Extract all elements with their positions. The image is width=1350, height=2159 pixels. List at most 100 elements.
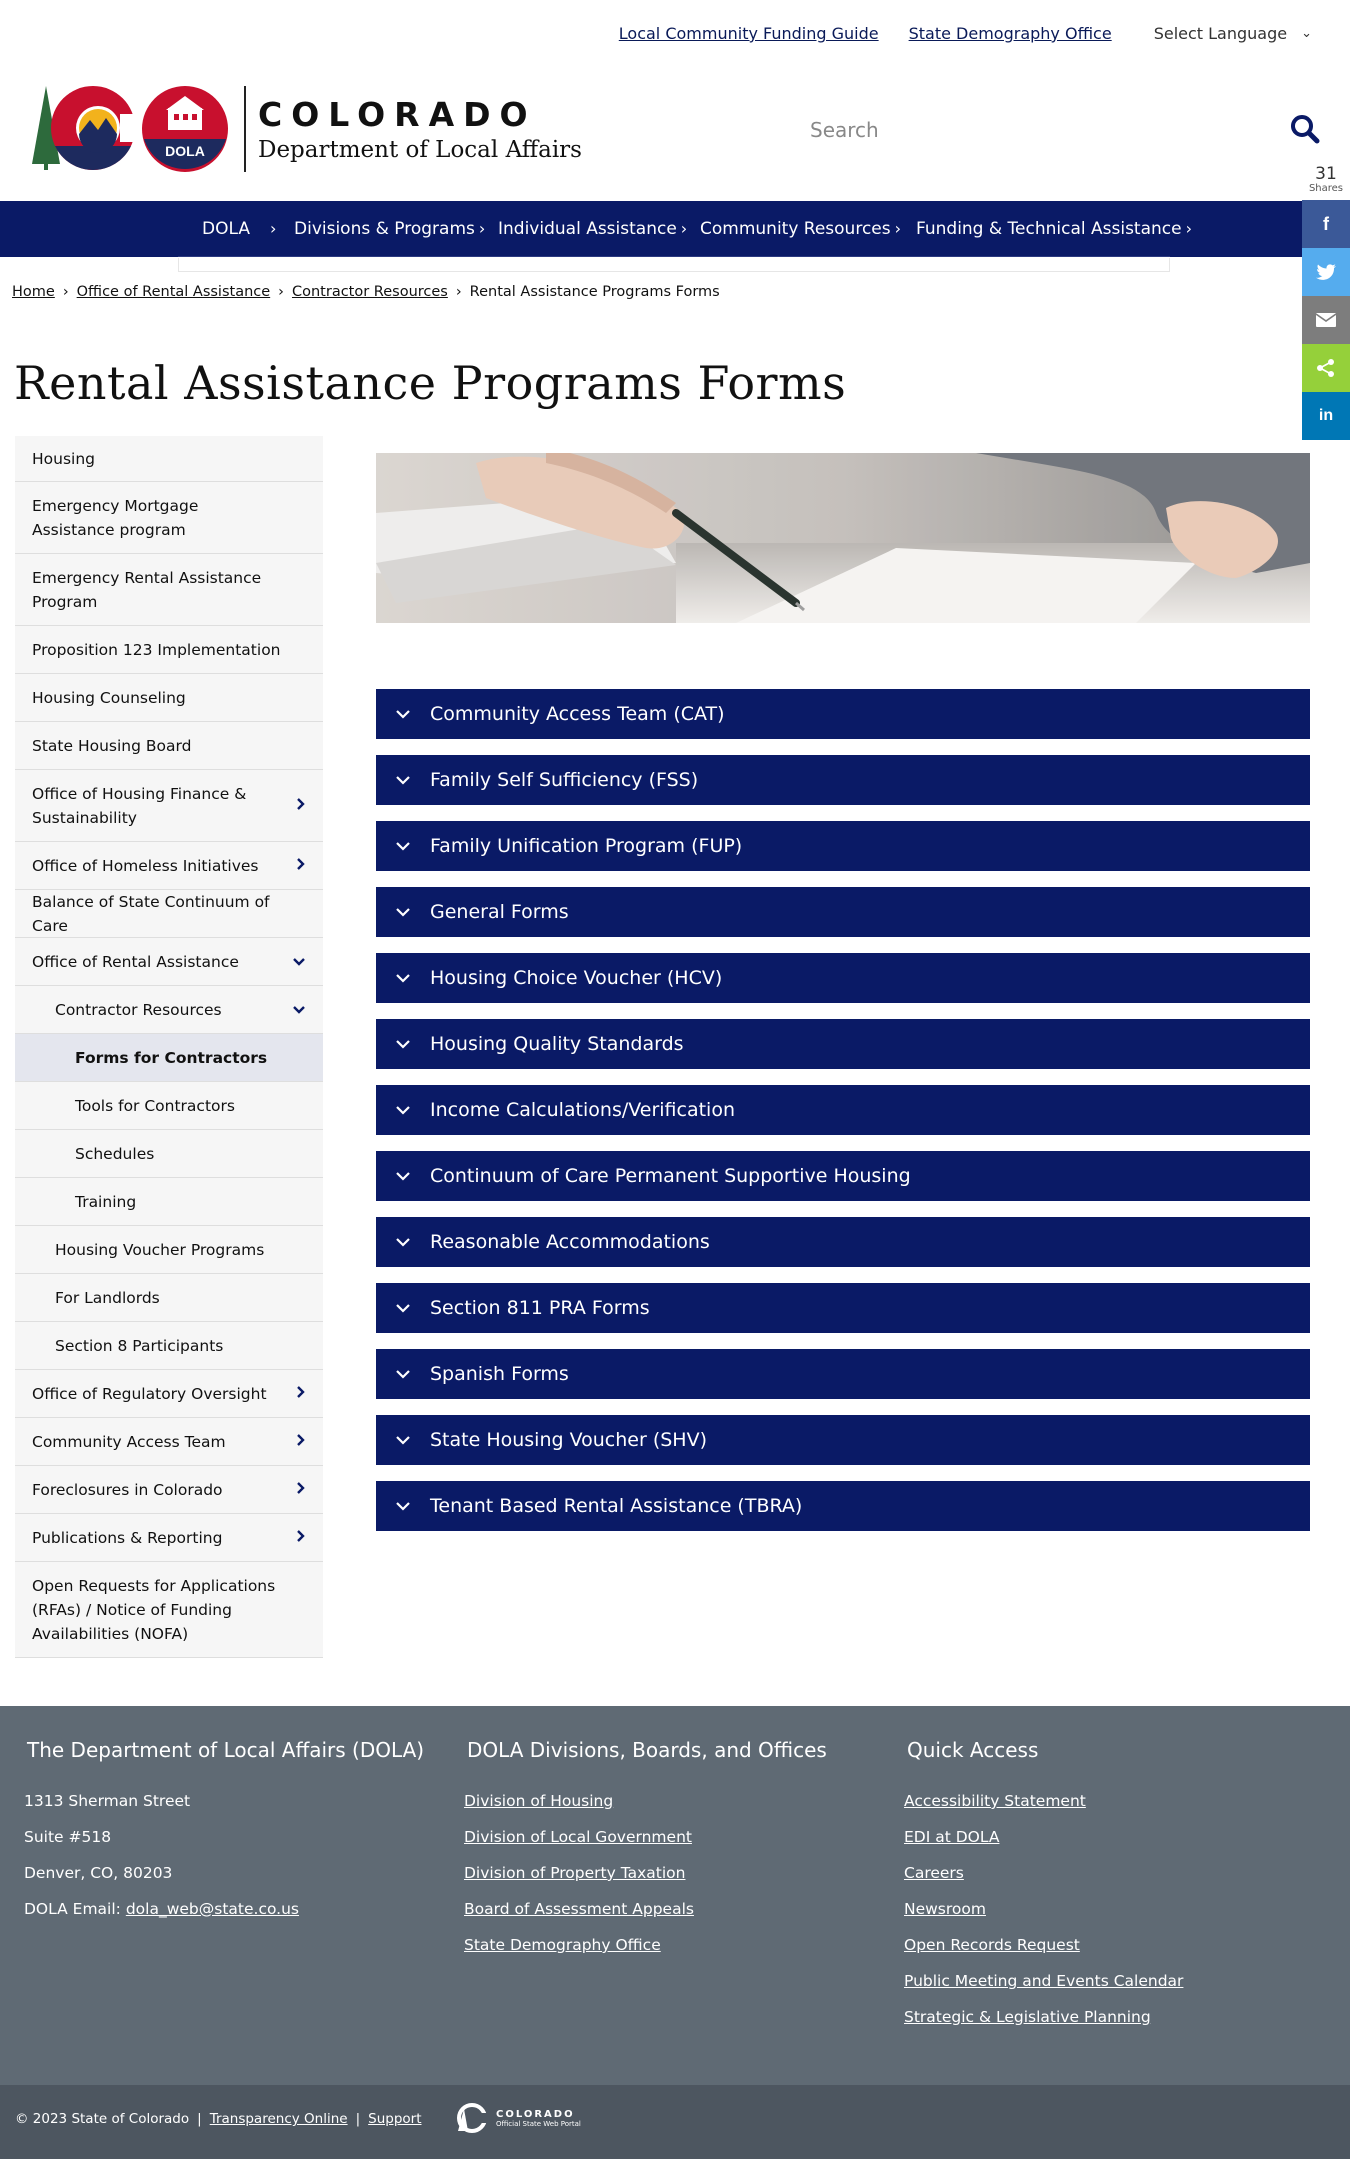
accordion-item-state-housing-voucher-shv[interactable]: State Housing Voucher (SHV) bbox=[376, 1415, 1310, 1465]
sidebar-item-publications-reporting[interactable]: Publications & Reporting bbox=[15, 1514, 323, 1562]
accordion-item-housing-quality-standards[interactable]: Housing Quality Standards bbox=[376, 1019, 1310, 1069]
accordion-item-label: General Forms bbox=[430, 901, 569, 923]
sidebar-item-office-of-housing-finance-sustainability[interactable]: Office of Housing Finance & Sustainabili… bbox=[15, 770, 323, 842]
sidebar-item-emergency-rental-assistance-program[interactable]: Emergency Rental Assistance Program bbox=[15, 554, 323, 626]
sidebar-item-housing-voucher-programs[interactable]: Housing Voucher Programs bbox=[15, 1226, 323, 1274]
footer-link-accessibility-statement[interactable]: Accessibility Statement bbox=[904, 1792, 1086, 1810]
breadcrumb-separator: › bbox=[455, 284, 462, 300]
footer-email-label: DOLA Email: bbox=[24, 1900, 121, 1918]
footer-link-division-of-property-taxation[interactable]: Division of Property Taxation bbox=[464, 1864, 685, 1882]
breadcrumb-contractor-resources[interactable]: Contractor Resources bbox=[292, 284, 448, 300]
nav-dropdown-edge bbox=[178, 258, 1170, 272]
sidebar-item-housing[interactable]: Housing bbox=[15, 436, 323, 482]
transparency-online-link[interactable]: Transparency Online bbox=[210, 2111, 348, 2127]
state-demography-office-link[interactable]: State Demography Office bbox=[909, 24, 1112, 43]
sidebar-item-proposition-123-implementation[interactable]: Proposition 123 Implementation bbox=[15, 626, 323, 674]
accordion-item-continuum-of-care-permanent-supportive-housing[interactable]: Continuum of Care Permanent Supportive H… bbox=[376, 1151, 1310, 1201]
accordion-item-label: State Housing Voucher (SHV) bbox=[430, 1429, 707, 1451]
chevron-right-icon[interactable] bbox=[297, 1478, 305, 1502]
sidebar-item-section-8-participants[interactable]: Section 8 Participants bbox=[15, 1322, 323, 1370]
accordion-item-family-unification-program-fup[interactable]: Family Unification Program (FUP) bbox=[376, 821, 1310, 871]
linkedin-share-button[interactable]: in bbox=[1302, 392, 1350, 440]
footer-email-link[interactable]: dola_web@state.co.us bbox=[126, 1900, 299, 1918]
footer-list-item: Accessibility Statement bbox=[904, 1792, 1183, 1828]
accordion-item-section-811-pra-forms[interactable]: Section 811 PRA Forms bbox=[376, 1283, 1310, 1333]
chevron-right-icon[interactable] bbox=[297, 1526, 305, 1550]
sidebar-item-foreclosures-in-colorado[interactable]: Foreclosures in Colorado bbox=[15, 1466, 323, 1514]
sidebar-item-community-access-team[interactable]: Community Access Team bbox=[15, 1418, 323, 1466]
footer-list-item: State Demography Office bbox=[464, 1936, 827, 1972]
sidebar-item-emergency-mortgage-assistance-program[interactable]: Emergency Mortgage Assistance program bbox=[15, 482, 323, 554]
sidebar-item-label: Foreclosures in Colorado bbox=[32, 1480, 223, 1499]
search-icon[interactable] bbox=[1290, 114, 1320, 148]
nav-item-individual-assistance[interactable]: Individual Assistance › bbox=[498, 201, 687, 257]
svg-text:DOLA: DOLA bbox=[165, 143, 205, 159]
sidebar-item-office-of-homeless-initiatives[interactable]: Office of Homeless Initiatives bbox=[15, 842, 323, 890]
sidebar-item-tools-for-contractors[interactable]: Tools for Contractors bbox=[15, 1082, 323, 1130]
chevron-down-icon bbox=[392, 775, 414, 785]
chevron-down-icon bbox=[392, 1237, 414, 1247]
sidebar-item-state-housing-board[interactable]: State Housing Board bbox=[15, 722, 323, 770]
chevron-down-icon bbox=[392, 973, 414, 983]
footer-link-newsroom[interactable]: Newsroom bbox=[904, 1900, 986, 1918]
twitter-share-button[interactable] bbox=[1302, 248, 1350, 296]
nav-item-label: Divisions & Programs bbox=[294, 219, 475, 239]
accordion-item-reasonable-accommodations[interactable]: Reasonable Accommodations bbox=[376, 1217, 1310, 1267]
language-select-label: Select Language bbox=[1153, 24, 1288, 43]
sidebar-item-forms-for-contractors[interactable]: Forms for Contractors bbox=[15, 1034, 323, 1082]
accordion-item-spanish-forms[interactable]: Spanish Forms bbox=[376, 1349, 1310, 1399]
sidebar-item-label: For Landlords bbox=[55, 1288, 160, 1307]
sidebar-item-open-requests-for-applications-rfas-notice-of-funding-availabilities-nofa[interactable]: Open Requests for Applications (RFAs) / … bbox=[15, 1562, 323, 1658]
accordion-item-housing-choice-voucher-hcv[interactable]: Housing Choice Voucher (HCV) bbox=[376, 953, 1310, 1003]
chevron-right-icon[interactable] bbox=[297, 1430, 305, 1454]
nav-item-divisions-programs[interactable]: Divisions & Programs › bbox=[294, 201, 485, 257]
footer-link-open-records-request[interactable]: Open Records Request bbox=[904, 1936, 1080, 1954]
colorado-c-logo-icon bbox=[457, 2103, 490, 2133]
chevron-down-icon bbox=[392, 709, 414, 719]
accordion-item-family-self-sufficiency-fss[interactable]: Family Self Sufficiency (FSS) bbox=[376, 755, 1310, 805]
chevron-right-icon[interactable] bbox=[297, 854, 305, 878]
accordion-item-tenant-based-rental-assistance-tbra[interactable]: Tenant Based Rental Assistance (TBRA) bbox=[376, 1481, 1310, 1531]
language-select[interactable]: Select Language ⌄ bbox=[1154, 24, 1312, 43]
footer-link-strategic-legislative-planning[interactable]: Strategic & Legislative Planning bbox=[904, 2008, 1151, 2026]
footer-link-public-meeting-and-events-calendar[interactable]: Public Meeting and Events Calendar bbox=[904, 1972, 1183, 1990]
chevron-down-icon[interactable] bbox=[293, 998, 305, 1022]
colorado-portal-logo[interactable]: COLORADO Official State Web Portal bbox=[454, 2103, 581, 2133]
site-logo[interactable]: DOLA COLORADO Department of Local Affair… bbox=[28, 84, 582, 174]
footer-link-division-of-housing[interactable]: Division of Housing bbox=[464, 1792, 613, 1810]
footer-link-state-demography-office[interactable]: State Demography Office bbox=[464, 1936, 661, 1954]
chevron-down-icon[interactable] bbox=[293, 950, 305, 974]
breadcrumb-office-of-rental-assistance[interactable]: Office of Rental Assistance bbox=[77, 284, 271, 300]
chevron-right-icon[interactable] bbox=[297, 794, 305, 818]
footer-heading: Quick Access bbox=[907, 1738, 1039, 1762]
nav-item-dola[interactable]: DOLA › bbox=[202, 201, 276, 257]
breadcrumb-current: Rental Assistance Programs Forms bbox=[469, 284, 720, 300]
breadcrumb-home[interactable]: Home bbox=[12, 284, 55, 300]
chevron-right-icon: › bbox=[478, 219, 486, 238]
sidebar-item-office-of-regulatory-oversight[interactable]: Office of Regulatory Oversight bbox=[15, 1370, 323, 1418]
sidebar-item-for-landlords[interactable]: For Landlords bbox=[15, 1274, 323, 1322]
sidebar-item-training[interactable]: Training bbox=[15, 1178, 323, 1226]
chevron-down-icon bbox=[392, 1039, 414, 1049]
sidebar-item-contractor-resources[interactable]: Contractor Resources bbox=[15, 986, 323, 1034]
nav-item-community-resources[interactable]: Community Resources › bbox=[700, 201, 901, 257]
accordion-item-income-calculations-verification[interactable]: Income Calculations/Verification bbox=[376, 1085, 1310, 1135]
support-link[interactable]: Support bbox=[368, 2111, 421, 2127]
chevron-right-icon[interactable] bbox=[297, 1382, 305, 1406]
share-button[interactable] bbox=[1302, 344, 1350, 392]
facebook-share-button[interactable]: f bbox=[1302, 200, 1350, 248]
email-share-button[interactable] bbox=[1302, 296, 1350, 344]
search-input[interactable] bbox=[810, 118, 1330, 142]
footer-link-division-of-local-government[interactable]: Division of Local Government bbox=[464, 1828, 692, 1846]
footer-link-careers[interactable]: Careers bbox=[904, 1864, 964, 1882]
sidebar-item-balance-of-state-continuum-of-care[interactable]: Balance of State Continuum of Care bbox=[15, 890, 323, 938]
sidebar-item-office-of-rental-assistance[interactable]: Office of Rental Assistance bbox=[15, 938, 323, 986]
footer-link-board-of-assessment-appeals[interactable]: Board of Assessment Appeals bbox=[464, 1900, 694, 1918]
footer-link-edi-at-dola[interactable]: EDI at DOLA bbox=[904, 1828, 999, 1846]
nav-item-funding-technical-assistance[interactable]: Funding & Technical Assistance › bbox=[916, 201, 1192, 257]
local-community-funding-guide-link[interactable]: Local Community Funding Guide bbox=[619, 24, 879, 43]
sidebar-item-housing-counseling[interactable]: Housing Counseling bbox=[15, 674, 323, 722]
accordion-item-general-forms[interactable]: General Forms bbox=[376, 887, 1310, 937]
sidebar-item-schedules[interactable]: Schedules bbox=[15, 1130, 323, 1178]
accordion-item-community-access-team-cat[interactable]: Community Access Team (CAT) bbox=[376, 689, 1310, 739]
